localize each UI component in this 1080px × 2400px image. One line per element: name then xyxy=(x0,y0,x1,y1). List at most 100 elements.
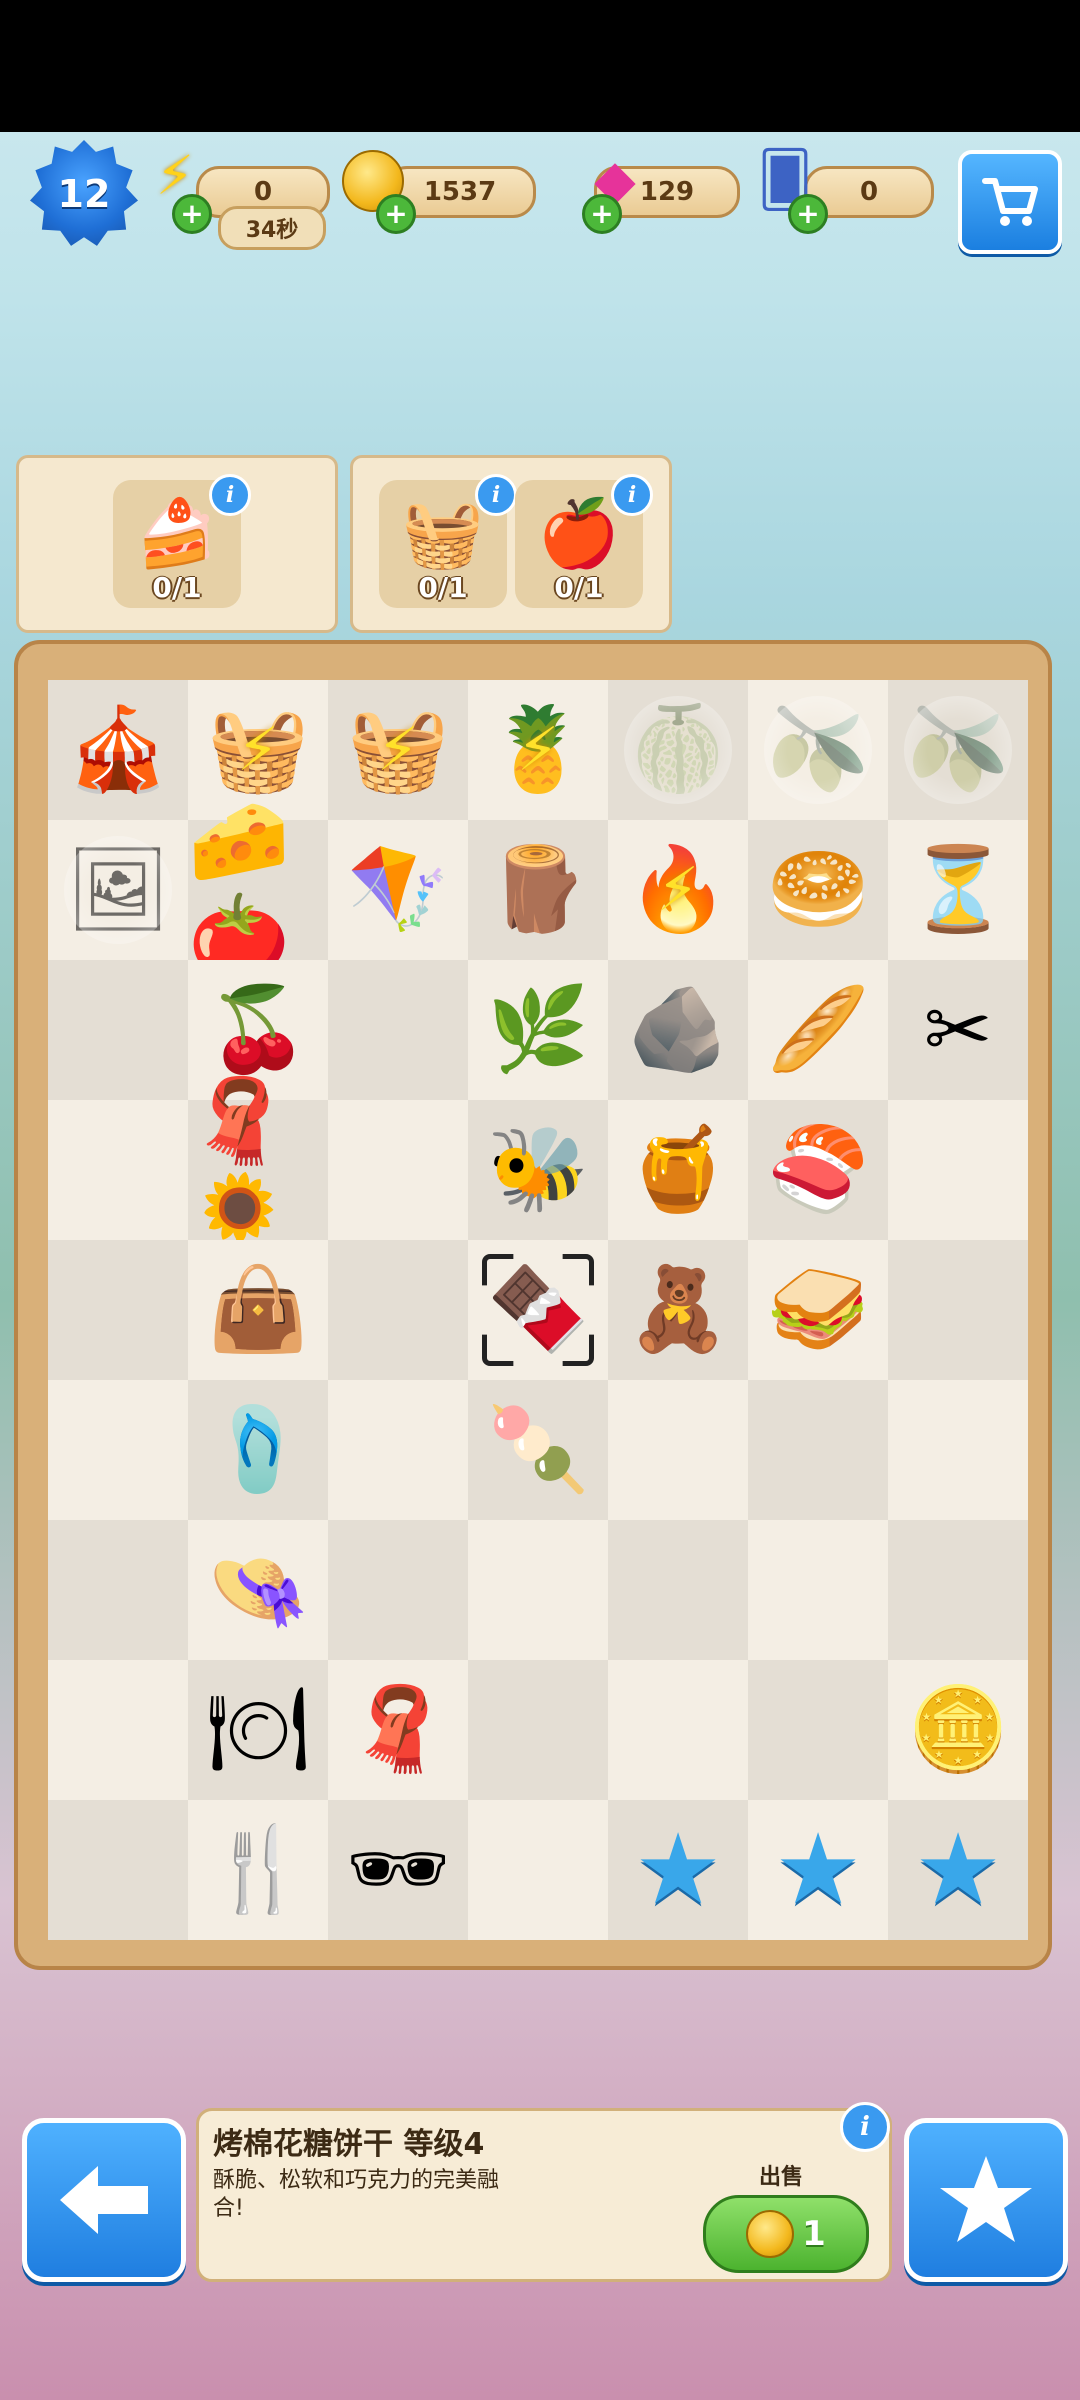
board-cell[interactable] xyxy=(48,960,188,1100)
board-cell[interactable]: 🔥 ⚡ xyxy=(608,820,748,960)
board-item-icon: 🪁 xyxy=(346,842,450,937)
board-cell[interactable] xyxy=(328,1520,468,1660)
info-icon[interactable]: i xyxy=(611,474,653,516)
board-item-icon: 🫒 xyxy=(766,702,870,797)
board-item-icon: 🩴 xyxy=(206,1402,310,1497)
board-cell[interactable]: 🪁 xyxy=(328,820,468,960)
top-hud: 12 0 ⚡ + 34秒 1537 + 129 ◆ + 0 🂠 + xyxy=(0,140,1080,260)
add-energy-button[interactable]: + xyxy=(172,194,212,234)
board-cell[interactable] xyxy=(328,1240,468,1380)
board-item-icon: 🧣🌻 xyxy=(188,1074,291,1265)
level-badge[interactable]: 12 xyxy=(30,140,138,246)
board-cell[interactable]: 👜 xyxy=(188,1240,328,1380)
board-item-icon: 🪨 xyxy=(626,982,730,1077)
board-item-icon: ⏳ xyxy=(906,842,1010,937)
board-cell[interactable]: 🫒 xyxy=(888,680,1028,820)
board-cell[interactable] xyxy=(48,1520,188,1660)
favorite-button[interactable] xyxy=(904,2118,1068,2282)
board-cell[interactable] xyxy=(888,1240,1028,1380)
board-cell[interactable] xyxy=(608,1660,748,1800)
board-cell[interactable] xyxy=(748,1660,888,1800)
board-cell[interactable] xyxy=(48,1800,188,1940)
board-cell[interactable] xyxy=(468,1660,608,1800)
board-cell[interactable]: ★ xyxy=(888,1800,1028,1940)
board-cell[interactable]: 🖼 xyxy=(48,820,188,960)
board-cell[interactable] xyxy=(748,1380,888,1520)
board-item-icon: 🌿 xyxy=(486,982,590,1077)
board-cell[interactable] xyxy=(328,1380,468,1520)
board-cell[interactable] xyxy=(468,1520,608,1660)
board-cell[interactable]: 🍈 xyxy=(608,680,748,820)
board-cell[interactable]: 🫒 xyxy=(748,680,888,820)
add-coins-button[interactable]: + xyxy=(376,194,416,234)
order-slot: 🧺 0/1 i xyxy=(379,474,517,608)
board-cell[interactable]: 🐝 xyxy=(468,1100,608,1240)
board-cell[interactable] xyxy=(888,1380,1028,1520)
board-cell[interactable]: 🧸 xyxy=(608,1240,748,1380)
board-cell[interactable]: 🪨 xyxy=(608,960,748,1100)
board-cell[interactable]: 🍯 xyxy=(608,1100,748,1240)
board-item-icon: 🍒 xyxy=(206,982,310,1077)
blue-star-icon: ★ xyxy=(774,1813,862,1927)
board-item-icon: 🍴 xyxy=(206,1822,310,1917)
board-item-icon: 🧣 xyxy=(346,1682,450,1777)
board-cell[interactable]: 🍍 ⚡ xyxy=(468,680,608,820)
board-cell[interactable]: ⏳ xyxy=(888,820,1028,960)
board-cell[interactable]: 🧀🍅 xyxy=(188,794,328,985)
board-cell[interactable]: ★ xyxy=(748,1800,888,1940)
board-cell[interactable]: 🪵 xyxy=(468,820,608,960)
info-icon[interactable]: i xyxy=(209,474,251,516)
board-cell[interactable]: 🧣🌻 xyxy=(188,1074,328,1265)
board-cell[interactable] xyxy=(328,960,468,1100)
board-cell[interactable]: ✂ xyxy=(888,960,1028,1100)
board-cell[interactable] xyxy=(48,1240,188,1380)
board-cell[interactable]: 👒 xyxy=(188,1520,328,1660)
back-button[interactable] xyxy=(22,2118,186,2282)
item-title: 烤棉花糖饼干 等级4 xyxy=(213,2127,485,2162)
board-cell[interactable] xyxy=(328,1100,468,1240)
board-cell[interactable]: 🧺 ⚡ xyxy=(328,680,468,820)
energy-timer: 34秒 xyxy=(218,206,326,250)
board-item-icon: 🪵 xyxy=(486,842,590,937)
board-cell[interactable]: 🍡 xyxy=(468,1380,608,1520)
board-cell[interactable]: 🪙 xyxy=(888,1660,1028,1800)
info-icon[interactable]: i xyxy=(475,474,517,516)
board-item-icon: 🍈 xyxy=(626,702,730,797)
board-cell[interactable]: 🍽 xyxy=(188,1660,328,1800)
board-cell[interactable]: 🎪 xyxy=(48,680,188,820)
board-cell[interactable] xyxy=(748,1520,888,1660)
board-cell[interactable]: 🍣 xyxy=(748,1100,888,1240)
order-card-2[interactable]: 🧺 0/1 i 🍎 0/1 i xyxy=(350,455,672,633)
board-cell[interactable] xyxy=(48,1100,188,1240)
board-item-icon: 👒 xyxy=(206,1542,310,1637)
board-cell[interactable] xyxy=(888,1100,1028,1240)
order-count: 0/1 xyxy=(152,571,202,604)
board-cell[interactable]: ★ xyxy=(608,1800,748,1940)
item-info-icon[interactable]: i xyxy=(840,2102,890,2152)
board-cell[interactable] xyxy=(608,1380,748,1520)
board-cell[interactable]: 🥖 xyxy=(748,960,888,1100)
order-slot: 🍎 0/1 i xyxy=(515,474,653,608)
board-cell[interactable]: 🩴 xyxy=(188,1380,328,1520)
order-card-1[interactable]: 🍰 0/1 i xyxy=(16,455,338,633)
sell-button[interactable]: 1 xyxy=(703,2195,869,2273)
board-cell[interactable]: 🥪 xyxy=(748,1240,888,1380)
board-cell[interactable]: 🧣 xyxy=(328,1660,468,1800)
board-cell[interactable]: 🍫 xyxy=(468,1240,608,1380)
board-cell[interactable] xyxy=(48,1380,188,1520)
level-number: 12 xyxy=(57,172,111,216)
board-cell[interactable] xyxy=(608,1520,748,1660)
board-cell[interactable]: 🥯 xyxy=(748,820,888,960)
board-cell[interactable] xyxy=(48,1660,188,1800)
order-count: 0/1 xyxy=(554,571,604,604)
shop-button[interactable] xyxy=(958,150,1062,254)
board-cell[interactable]: 🌿 xyxy=(468,960,608,1100)
add-cards-button[interactable]: + xyxy=(788,194,828,234)
board-cell[interactable] xyxy=(888,1520,1028,1660)
board-cell[interactable]: 🕶 xyxy=(328,1800,468,1940)
add-gems-button[interactable]: + xyxy=(582,194,622,234)
board-item-icon: ✂ xyxy=(923,982,993,1078)
board-cell[interactable]: 🍴 xyxy=(188,1800,328,1940)
coin-icon xyxy=(746,2210,795,2258)
board-cell[interactable] xyxy=(468,1800,608,1940)
